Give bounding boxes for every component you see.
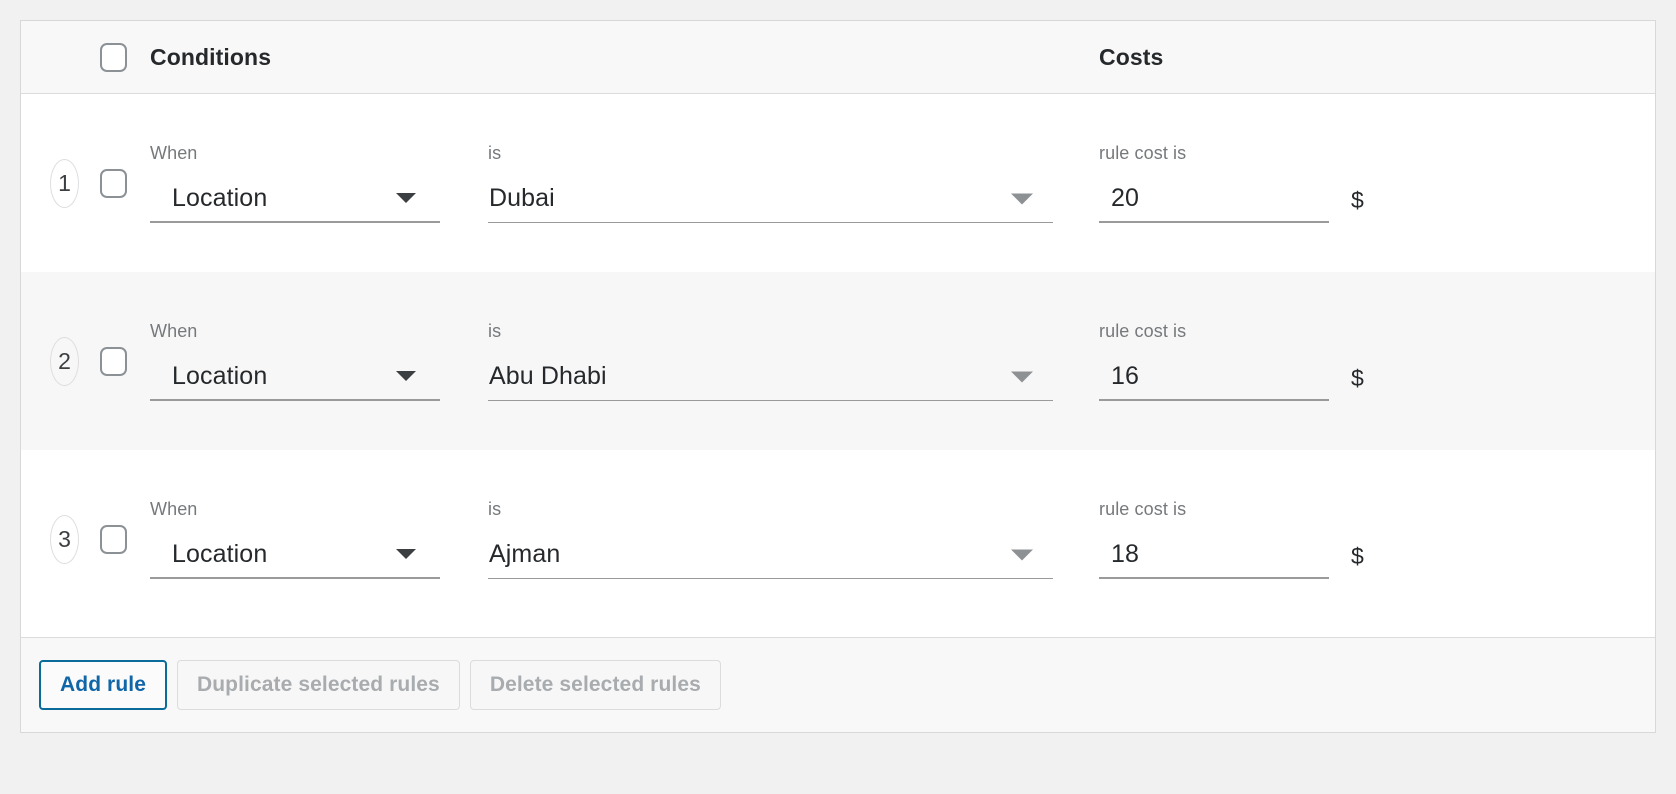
- currency-symbol: $: [1351, 543, 1364, 569]
- chevron-down-icon: [1011, 371, 1033, 382]
- header-checkbox-cell: [79, 42, 147, 72]
- when-field-block: When Location: [150, 499, 440, 579]
- costs-column-title: Costs: [1099, 43, 1164, 70]
- row-number-cell: 2: [21, 336, 79, 386]
- cost-input-value: 18: [1111, 539, 1140, 568]
- chevron-down-icon: [396, 549, 416, 559]
- row-number-cell: 1: [21, 158, 79, 208]
- rules-table-panel: Conditions Costs 1 When Location is Duba…: [20, 20, 1656, 733]
- row-select-checkbox[interactable]: [99, 524, 127, 554]
- is-cell: is Dubai: [477, 143, 1077, 223]
- when-field-block: When Location: [150, 143, 440, 223]
- conditions-column-title: Conditions: [150, 43, 272, 70]
- when-select[interactable]: Location: [150, 175, 440, 223]
- when-field-label: When: [150, 143, 198, 163]
- is-select-value: Ajman: [489, 540, 561, 568]
- table-header: Conditions Costs: [21, 21, 1655, 94]
- row-number-badge: 3: [50, 514, 79, 564]
- cost-input[interactable]: 20: [1099, 175, 1329, 223]
- row-number-badge: 1: [50, 158, 79, 208]
- cost-field-block: rule cost is 16 $: [1099, 321, 1655, 401]
- table-row: 1 When Location is Dubai rule cost is 20…: [21, 94, 1655, 272]
- cost-input-value: 20: [1111, 183, 1140, 212]
- cost-field-block: rule cost is 18 $: [1099, 499, 1655, 579]
- cost-input-wrap: 18 $: [1099, 531, 1655, 579]
- chevron-down-icon: [1011, 193, 1033, 204]
- when-select-value: Location: [172, 183, 268, 212]
- is-field-block: is Dubai: [488, 143, 1053, 223]
- is-cell: is Ajman: [477, 499, 1077, 579]
- cost-cell: rule cost is 16 $: [1077, 321, 1655, 401]
- is-select[interactable]: Abu Dhabi: [488, 353, 1053, 401]
- is-field-label: is: [488, 499, 502, 519]
- cost-field-label: rule cost is: [1099, 321, 1187, 341]
- table-row: 2 When Location is Abu Dhabi rule cost i…: [21, 272, 1655, 450]
- is-select-value: Dubai: [489, 184, 555, 212]
- row-number-cell: 3: [21, 514, 79, 564]
- add-rule-button[interactable]: Add rule: [39, 660, 167, 710]
- cost-input-value: 16: [1111, 361, 1140, 390]
- when-cell: When Location: [147, 143, 477, 223]
- row-checkbox-cell: [79, 524, 147, 554]
- cost-cell: rule cost is 20 $: [1077, 143, 1655, 223]
- duplicate-selected-rules-button[interactable]: Duplicate selected rules: [176, 660, 460, 710]
- row-select-checkbox[interactable]: [99, 168, 127, 198]
- currency-symbol: $: [1351, 187, 1364, 213]
- when-select-value: Location: [172, 361, 268, 390]
- when-cell: When Location: [147, 499, 477, 579]
- header-costs-cell: Costs: [1077, 44, 1655, 71]
- cost-input-wrap: 16 $: [1099, 353, 1655, 401]
- row-checkbox-cell: [79, 168, 147, 198]
- when-cell: When Location: [147, 321, 477, 401]
- delete-selected-rules-button[interactable]: Delete selected rules: [469, 660, 721, 710]
- row-select-checkbox[interactable]: [99, 346, 127, 376]
- is-cell: is Abu Dhabi: [477, 321, 1077, 401]
- when-field-label: When: [150, 321, 198, 341]
- chevron-down-icon: [396, 193, 416, 203]
- cost-cell: rule cost is 18 $: [1077, 499, 1655, 579]
- is-field-label: is: [488, 143, 502, 163]
- select-all-checkbox[interactable]: [99, 42, 127, 72]
- cost-field-block: rule cost is 20 $: [1099, 143, 1655, 223]
- chevron-down-icon: [1011, 549, 1033, 560]
- is-field-block: is Ajman: [488, 499, 1053, 579]
- cost-field-label: rule cost is: [1099, 499, 1187, 519]
- is-field-block: is Abu Dhabi: [488, 321, 1053, 401]
- is-select[interactable]: Ajman: [488, 531, 1053, 579]
- table-footer-toolbar: Add rule Duplicate selected rules Delete…: [21, 637, 1655, 732]
- currency-symbol: $: [1351, 365, 1364, 391]
- cost-input[interactable]: 18: [1099, 531, 1329, 579]
- cost-input[interactable]: 16: [1099, 353, 1329, 401]
- row-checkbox-cell: [79, 346, 147, 376]
- header-conditions-cell: Conditions: [147, 44, 477, 71]
- when-select-value: Location: [172, 539, 268, 568]
- is-select-value: Abu Dhabi: [489, 362, 607, 390]
- row-number-badge: 2: [50, 336, 79, 386]
- cost-field-label: rule cost is: [1099, 143, 1187, 163]
- when-field-block: When Location: [150, 321, 440, 401]
- is-field-label: is: [488, 321, 502, 341]
- table-row: 3 When Location is Ajman rule cost is 18…: [21, 450, 1655, 628]
- cost-input-wrap: 20 $: [1099, 175, 1655, 223]
- when-field-label: When: [150, 499, 198, 519]
- when-select[interactable]: Location: [150, 531, 440, 579]
- when-select[interactable]: Location: [150, 353, 440, 401]
- is-select[interactable]: Dubai: [488, 175, 1053, 223]
- chevron-down-icon: [396, 371, 416, 381]
